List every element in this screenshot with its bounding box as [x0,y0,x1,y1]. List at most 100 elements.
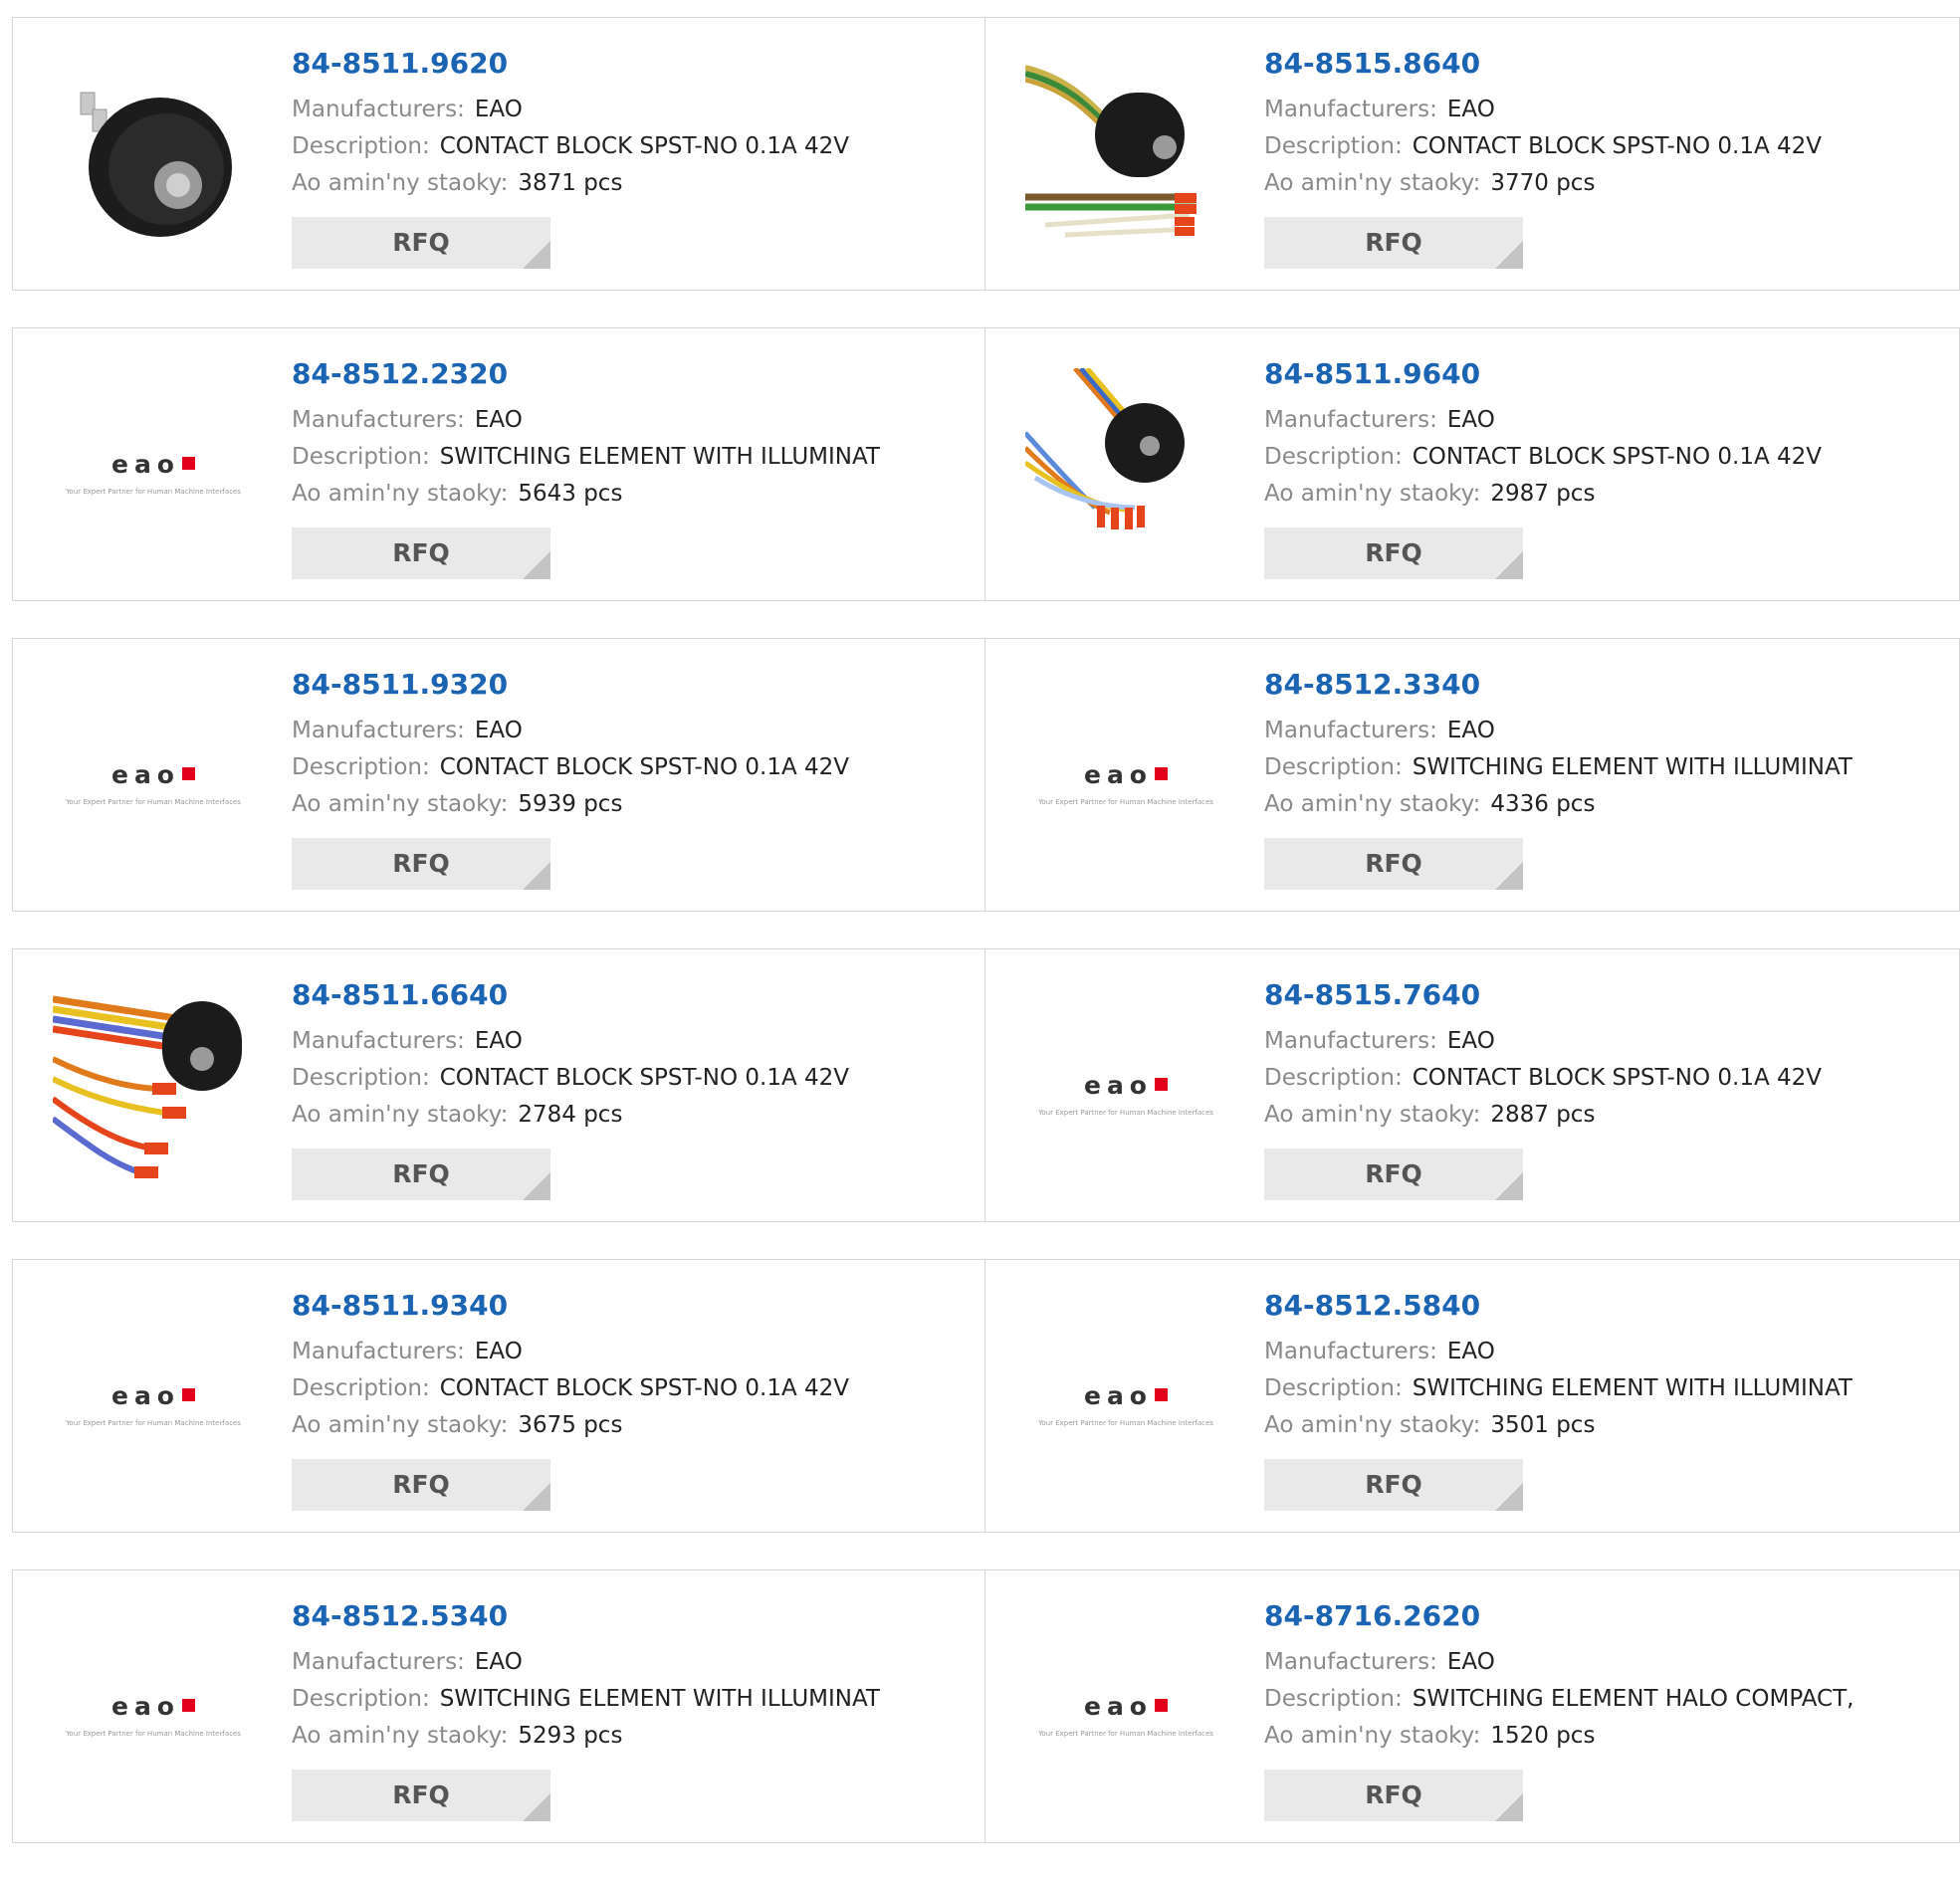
logo-wordmark: eao [53,760,254,789]
stock-label: Ao amin'ny staoky: [292,481,509,507]
product-image[interactable]: eao Your Expert Partner for Human Machin… [53,1610,254,1811]
manufacturer-line: Manufacturers: EAO [1264,92,1949,128]
product-image[interactable]: eao Your Expert Partner for Human Machin… [53,679,254,880]
manufacturer-label: Manufacturers: [292,1339,465,1364]
manufacturer-label: Manufacturers: [1264,97,1437,122]
part-number-link[interactable]: 84-8511.9640 [1264,356,1949,392]
product-image[interactable] [53,989,254,1190]
stock-line: Ao amin'ny staoky: 3675 pcs [292,1407,975,1444]
product-card: 84-8515.8640 Manufacturers: EAO Descripti… [985,17,1960,291]
stock-value: 3770 pcs [1490,170,1596,196]
product-info: 84-8512.3340 Manufacturers: EAO Descripti… [1264,667,1949,823]
stock-value: 1520 pcs [1490,1723,1596,1749]
corner-fold-icon [523,862,550,890]
rfq-button[interactable]: RFQ [1264,1149,1523,1200]
logo-square-icon [1155,1698,1168,1712]
eao-logo: eao Your Expert Partner for Human Machin… [53,679,254,880]
part-number-link[interactable]: 84-8511.6640 [292,977,975,1013]
rfq-label: RFQ [392,1780,450,1809]
rfq-button[interactable]: RFQ [292,1149,550,1200]
manufacturer-line: Manufacturers: EAO [292,1334,975,1370]
stock-value: 3675 pcs [518,1412,623,1438]
product-row: eao Your Expert Partner for Human Machin… [12,638,1960,912]
part-number-link[interactable]: 84-8512.3340 [1264,667,1949,703]
stock-line: Ao amin'ny staoky: 5939 pcs [292,786,975,823]
rfq-button[interactable]: RFQ [1264,1459,1523,1511]
product-card: eao Your Expert Partner for Human Machin… [985,1259,1960,1533]
stock-value: 2784 pcs [518,1102,623,1128]
part-number-link[interactable]: 84-8512.2320 [292,356,975,392]
corner-fold-icon [1495,1793,1523,1821]
eao-logo: eao Your Expert Partner for Human Machin… [53,1610,254,1811]
corner-fold-icon [523,551,550,579]
description-line: Description: CONTACT BLOCK SPST-NO 0.1A 4… [292,749,975,786]
rfq-button[interactable]: RFQ [1264,217,1523,269]
product-image[interactable]: eao Your Expert Partner for Human Machin… [1025,679,1226,880]
manufacturer-value: EAO [474,1339,523,1364]
product-image[interactable] [1025,58,1226,259]
part-number-link[interactable]: 84-8511.9320 [292,667,975,703]
manufacturer-line: Manufacturers: EAO [1264,713,1949,749]
part-number-link[interactable]: 84-8511.9620 [292,46,975,82]
stock-value: 2987 pcs [1490,481,1596,507]
product-image[interactable]: eao Your Expert Partner for Human Machin… [1025,1610,1226,1811]
rfq-label: RFQ [1365,538,1422,567]
description-line: Description: SWITCHING ELEMENT WITH ILLUM… [1264,1370,1949,1407]
stock-line: Ao amin'ny staoky: 5293 pcs [292,1718,975,1755]
manufacturer-line: Manufacturers: EAO [1264,1023,1949,1060]
description-value: CONTACT BLOCK SPST-NO 0.1A 42V [1412,1065,1823,1091]
description-line: Description: CONTACT BLOCK SPST-NO 0.1A 4… [292,1060,975,1097]
description-label: Description: [292,1065,430,1091]
rfq-button[interactable]: RFQ [1264,1770,1523,1821]
rfq-label: RFQ [392,538,450,567]
description-line: Description: SWITCHING ELEMENT WITH ILLUM… [292,439,975,476]
manufacturer-label: Manufacturers: [1264,1339,1437,1364]
part-number-link[interactable]: 84-8511.9340 [292,1288,975,1324]
rfq-button[interactable]: RFQ [1264,527,1523,579]
product-image[interactable]: eao Your Expert Partner for Human Machin… [1025,989,1226,1190]
stock-label: Ao amin'ny staoky: [292,170,509,196]
rfq-label: RFQ [392,849,450,878]
stock-value: 4336 pcs [1490,791,1596,817]
stock-line: Ao amin'ny staoky: 3871 pcs [292,165,975,202]
product-image[interactable]: eao Your Expert Partner for Human Machin… [53,368,254,569]
rfq-button[interactable]: RFQ [292,1770,550,1821]
eao-logo: eao Your Expert Partner for Human Machin… [1025,1300,1226,1501]
description-value: CONTACT BLOCK SPST-NO 0.1A 42V [439,133,850,159]
part-number-link[interactable]: 84-8716.2620 [1264,1598,1949,1634]
rfq-label: RFQ [1365,1159,1422,1188]
rfq-label: RFQ [1365,1470,1422,1499]
logo-tagline: Your Expert Partner for Human Machine In… [66,1419,241,1427]
product-card: 84-8511.9640 Manufacturers: EAO Descripti… [985,327,1960,601]
manufacturer-label: Manufacturers: [292,1028,465,1054]
rfq-button[interactable]: RFQ [292,527,550,579]
rfq-button[interactable]: RFQ [292,217,550,269]
description-line: Description: CONTACT BLOCK SPST-NO 0.1A 4… [292,1370,975,1407]
corner-fold-icon [1495,551,1523,579]
product-image[interactable] [53,58,254,259]
rfq-button[interactable]: RFQ [292,1459,550,1511]
stock-value: 3871 pcs [518,170,623,196]
part-number-link[interactable]: 84-8512.5840 [1264,1288,1949,1324]
manufacturer-label: Manufacturers: [1264,1028,1437,1054]
manufacturer-value: EAO [474,718,523,743]
part-number-link[interactable]: 84-8512.5340 [292,1598,975,1634]
logo-wordmark: eao [53,1692,254,1721]
logo-word: eao [110,450,180,479]
product-card: eao Your Expert Partner for Human Machin… [12,638,985,912]
rfq-button[interactable]: RFQ [292,838,550,890]
product-info: 84-8716.2620 Manufacturers: EAO Descripti… [1264,1598,1949,1755]
logo-tagline: Your Expert Partner for Human Machine In… [66,798,241,806]
manufacturer-value: EAO [1446,407,1495,433]
part-number-link[interactable]: 84-8515.8640 [1264,46,1949,82]
description-value: SWITCHING ELEMENT WITH ILLUMINAT [439,1686,880,1712]
product-image[interactable]: eao Your Expert Partner for Human Machin… [1025,1300,1226,1501]
part-number-link[interactable]: 84-8515.7640 [1264,977,1949,1013]
stock-line: Ao amin'ny staoky: 5643 pcs [292,476,975,513]
stock-label: Ao amin'ny staoky: [1264,791,1481,817]
rfq-button[interactable]: RFQ [1264,838,1523,890]
product-image[interactable] [1025,368,1226,569]
product-image[interactable]: eao Your Expert Partner for Human Machin… [53,1300,254,1501]
manufacturer-label: Manufacturers: [1264,718,1437,743]
stock-label: Ao amin'ny staoky: [1264,1723,1481,1749]
